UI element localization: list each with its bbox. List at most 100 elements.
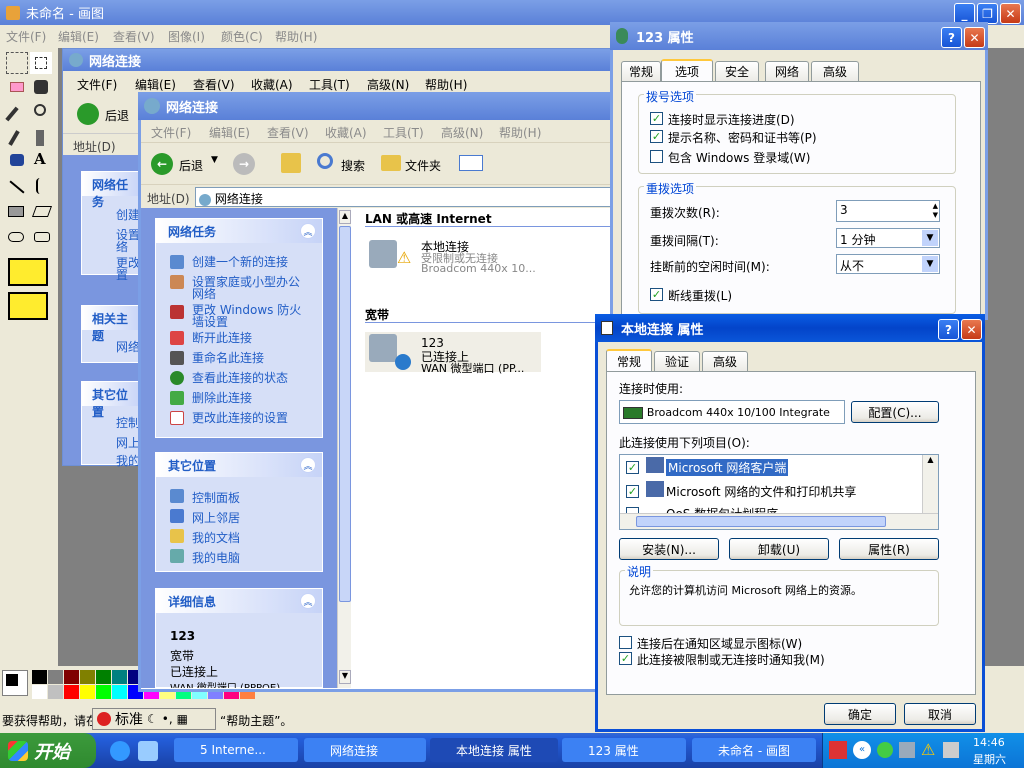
tray-chevron-icon[interactable]: «	[853, 741, 871, 759]
net-back-related-1[interactable]: 网络	[116, 338, 140, 355]
moon-icon[interactable]: ☾	[147, 712, 158, 726]
paint-menu-file[interactable]: 文件(F)	[6, 28, 46, 45]
ok-button[interactable]: 确定	[824, 703, 896, 725]
tab-security[interactable]: 安全	[715, 61, 759, 81]
props-123-help-button[interactable]: ?	[941, 27, 962, 48]
prompt-credentials-checkbox[interactable]: ✓	[650, 130, 663, 143]
task-settings[interactable]: 更改此连接的设置	[192, 409, 288, 426]
item-sharing-checkbox[interactable]: ✓	[626, 485, 639, 498]
ime-toolbar[interactable]: 标准 ☾ •, ▦	[92, 708, 216, 730]
net-back-menu-adv[interactable]: 高级(N)	[367, 76, 409, 93]
task-home-network-2[interactable]: 网络	[192, 285, 216, 302]
taskbar-item-paint[interactable]: 未命名 - 画图	[692, 738, 816, 762]
redial-on-drop-checkbox[interactable]: ✓	[650, 288, 663, 301]
text-icon[interactable]: A	[34, 150, 46, 168]
net-menu-edit[interactable]: 编辑(E)	[209, 124, 250, 141]
folders-icon[interactable]	[381, 155, 401, 171]
rectangle-icon[interactable]	[8, 206, 24, 217]
include-domain-checkbox[interactable]	[650, 150, 663, 163]
notify-limited-checkbox[interactable]: ✓	[619, 652, 632, 665]
net-menu-file[interactable]: 文件(F)	[151, 124, 191, 141]
tray-volume-icon[interactable]	[943, 742, 959, 758]
back-icon[interactable]: ←	[151, 153, 173, 175]
other-network-places[interactable]: 网上邻居	[192, 509, 240, 526]
net-menu-help[interactable]: 帮助(H)	[499, 124, 541, 141]
keyboard-icon[interactable]: ▦	[177, 712, 188, 726]
task-pane-scrollbar[interactable]: ▲ ▼	[337, 208, 351, 688]
tray-network-icon[interactable]	[877, 742, 893, 758]
net-menu-tools[interactable]: 工具(T)	[383, 124, 424, 141]
select-free-icon[interactable]	[6, 52, 28, 74]
pencil-icon[interactable]	[8, 130, 20, 146]
net-back-task-1[interactable]: 创建	[116, 206, 140, 223]
configure-button[interactable]: 配置(C)...	[851, 401, 939, 423]
other-my-computer[interactable]: 我的电脑	[192, 549, 240, 566]
local-tab-auth[interactable]: 验证	[654, 351, 700, 371]
folders-label[interactable]: 文件夹	[405, 157, 441, 174]
polygon-icon[interactable]	[31, 206, 53, 217]
net-back-other-1[interactable]: 控制	[116, 414, 140, 431]
properties-button[interactable]: 属性(R)	[839, 538, 939, 560]
task-rename[interactable]: 重命名此连接	[192, 349, 264, 366]
props-123-close-button[interactable]: ✕	[964, 27, 985, 48]
local-close-button[interactable]: ✕	[961, 319, 982, 340]
select-rect-icon[interactable]	[30, 52, 52, 74]
connection-local[interactable]: ⚠ 本地连接 受限制或无连接 Broadcom 440x 10...	[365, 234, 565, 284]
taskbar-item-local-props[interactable]: 本地连接 属性	[430, 738, 558, 762]
paint-menu-edit[interactable]: 编辑(E)	[58, 28, 99, 45]
item-client[interactable]: Microsoft 网络客户端	[666, 459, 789, 476]
tool-option-2[interactable]	[8, 292, 48, 320]
item-client-checkbox[interactable]: ✓	[626, 461, 639, 474]
desktop-icon[interactable]	[138, 741, 158, 761]
net-back-menu-tools[interactable]: 工具(T)	[309, 76, 350, 93]
items-hscroll[interactable]	[620, 513, 938, 529]
net-back-menu-edit[interactable]: 编辑(E)	[135, 76, 176, 93]
back-label[interactable]: 后退	[179, 157, 203, 174]
local-tab-general[interactable]: 常规	[606, 349, 652, 371]
net-back-menu-file[interactable]: 文件(F)	[77, 76, 117, 93]
task-create-connection[interactable]: 创建一个新的连接	[192, 253, 288, 270]
net-menu-fav[interactable]: 收藏(A)	[325, 124, 367, 141]
chevron-down-icon[interactable]: ▼	[922, 256, 938, 272]
items-vscroll[interactable]: ▲	[922, 455, 938, 515]
other-control-panel[interactable]: 控制面板	[192, 489, 240, 506]
tab-network[interactable]: 网络	[765, 61, 809, 81]
forward-icon[interactable]: →	[233, 153, 255, 175]
net-back-menu-help[interactable]: 帮助(H)	[425, 76, 467, 93]
uninstall-button[interactable]: 卸载(U)	[729, 538, 829, 560]
magnifier-icon[interactable]	[34, 104, 46, 116]
eraser-icon[interactable]	[10, 82, 24, 92]
paint-menu-help[interactable]: 帮助(H)	[275, 28, 317, 45]
search-label[interactable]: 搜索	[341, 157, 365, 174]
tab-options[interactable]: 选项	[661, 59, 713, 81]
minimize-button[interactable]: _	[954, 3, 975, 24]
local-tab-advanced[interactable]: 高级	[702, 351, 748, 371]
redial-attempts-spinner[interactable]: 3 ▲ ▼	[836, 200, 940, 222]
tab-general[interactable]: 常规	[621, 61, 661, 81]
address-field[interactable]: 网络连接	[195, 187, 615, 207]
net-menu-view[interactable]: 查看(V)	[267, 124, 309, 141]
connection-123[interactable]: 123 已连接上 WAN 微型端口 (PP...	[365, 332, 541, 375]
install-button[interactable]: 安装(N)...	[619, 538, 719, 560]
views-icon[interactable]	[459, 155, 483, 171]
fill-icon[interactable]	[34, 80, 48, 94]
local-help-button[interactable]: ?	[938, 319, 959, 340]
curve-icon[interactable]	[36, 178, 44, 194]
cancel-button[interactable]: 取消	[904, 703, 976, 725]
up-folder-icon[interactable]	[281, 153, 301, 173]
other-my-documents[interactable]: 我的文档	[192, 529, 240, 546]
airbrush-icon[interactable]	[10, 154, 24, 166]
search-icon[interactable]	[317, 153, 333, 169]
picker-icon[interactable]	[5, 106, 19, 122]
net-menu-adv[interactable]: 高级(N)	[441, 124, 483, 141]
task-firewall-2[interactable]: 墙设置	[192, 313, 228, 330]
taskbar-item-ie[interactable]: 5 Interne...	[174, 738, 298, 762]
redial-interval-select[interactable]: 1 分钟 ▼	[836, 228, 940, 248]
collapse-details-icon[interactable]: ︽	[300, 593, 316, 609]
tray-lang-icon[interactable]	[829, 741, 847, 759]
show-progress-checkbox[interactable]: ✓	[650, 112, 663, 125]
tray-warning-icon[interactable]: ⚠	[921, 740, 935, 759]
ellipse-icon[interactable]	[8, 232, 24, 242]
show-icon-checkbox[interactable]	[619, 636, 632, 649]
net-back-back-label[interactable]: 后退	[105, 107, 129, 124]
